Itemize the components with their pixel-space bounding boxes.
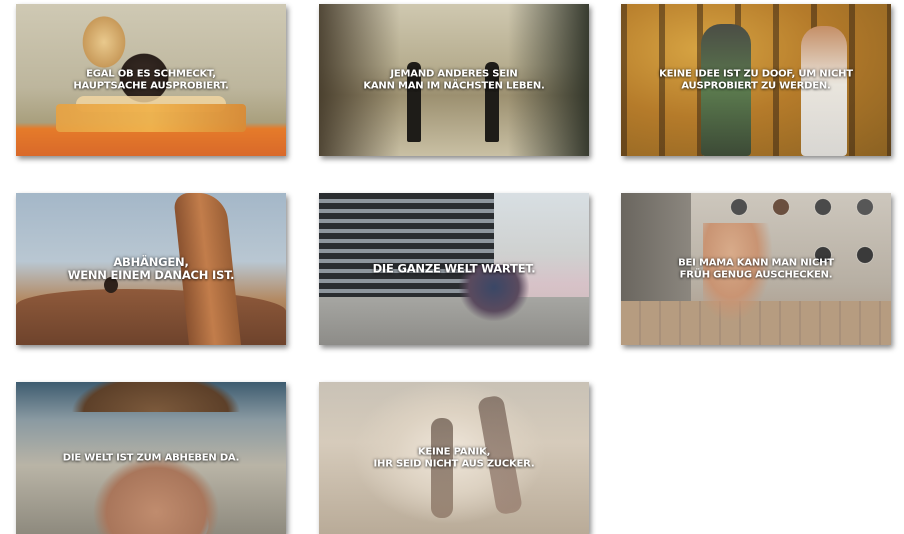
video-thumbnail-8[interactable]: KEINE PANIK, IHR SEID NICHT AUS ZUCKER. — [319, 382, 589, 534]
video-thumbnail-3[interactable]: KEINE IDEE IST ZU DOOF, UM NICHT AUSPROB… — [621, 4, 891, 156]
video-thumbnail-7[interactable]: DIE WELT IST ZUM ABHEBEN DA. — [16, 382, 286, 534]
thumbnail-caption: KEINE PANIK, IHR SEID NICHT AUS ZUCKER. — [373, 446, 535, 470]
thumbnail-caption: JEMAND ANDERES SEIN KANN MAN IM NÄCHSTEN… — [363, 68, 545, 92]
thumbnail-caption: BEI MAMA KANN MAN NICHT FRÜH GENUG AUSCH… — [678, 257, 834, 281]
thumbnail-caption: KEINE IDEE IST ZU DOOF, UM NICHT AUSPROB… — [659, 68, 853, 92]
video-thumbnail-5[interactable]: DIE GANZE WELT WARTET. — [319, 193, 589, 345]
thumbnail-caption: ABHÄNGEN, WENN EINEM DANACH IST. — [67, 254, 235, 282]
thumbnail-caption: DIE GANZE WELT WARTET. — [372, 261, 536, 276]
thumbnail-caption: DIE WELT IST ZUM ABHEBEN DA. — [62, 452, 240, 464]
video-thumbnail-grid: EGAL OB ES SCHMECKT, HAUPTSACHE AUSPROBI… — [0, 0, 904, 534]
video-thumbnail-6[interactable]: BEI MAMA KANN MAN NICHT FRÜH GENUG AUSCH… — [621, 193, 891, 345]
video-thumbnail-1[interactable]: EGAL OB ES SCHMECKT, HAUPTSACHE AUSPROBI… — [16, 4, 286, 156]
video-thumbnail-2[interactable]: JEMAND ANDERES SEIN KANN MAN IM NÄCHSTEN… — [319, 4, 589, 156]
video-thumbnail-4[interactable]: ABHÄNGEN, WENN EINEM DANACH IST. — [16, 193, 286, 345]
thumbnail-caption: EGAL OB ES SCHMECKT, HAUPTSACHE AUSPROBI… — [73, 68, 229, 92]
